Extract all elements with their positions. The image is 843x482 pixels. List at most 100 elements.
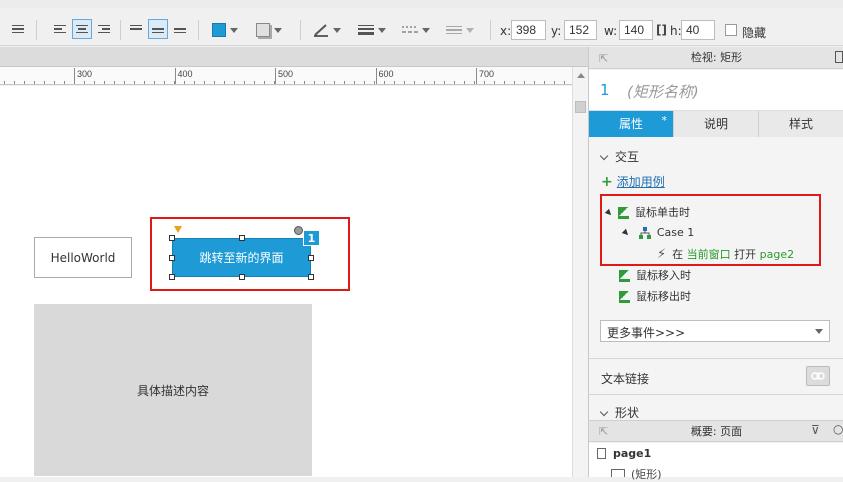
design-canvas[interactable]: HelloWorld 跳转至新的界面 1 具体描述内容 <box>0 86 572 477</box>
resize-handle[interactable] <box>169 235 175 241</box>
hide-checkbox[interactable] <box>725 24 737 36</box>
w-input[interactable]: 140 <box>619 20 653 40</box>
y-input[interactable]: 152 <box>564 20 597 40</box>
x-input[interactable]: 398 <box>511 20 546 40</box>
placeholder-widget[interactable]: 具体描述内容 <box>34 304 312 476</box>
align-right-button[interactable] <box>94 19 114 39</box>
panel-toggle-icon[interactable] <box>835 51 843 63</box>
widget-number: 1 <box>600 81 610 99</box>
resize-handle[interactable] <box>169 255 175 261</box>
line-weight-icon <box>358 25 374 35</box>
ruler-tick <box>334 81 335 84</box>
line-color-dropdown[interactable] <box>313 19 341 41</box>
interaction-section-header[interactable]: 交互 <box>599 148 640 165</box>
ruler-tick <box>564 81 565 84</box>
valign-middle-icon <box>152 25 164 34</box>
inspector-title: 检视: 矩形 <box>690 51 743 64</box>
shape-section-header[interactable]: 形状 <box>599 404 639 421</box>
resize-handle[interactable] <box>308 274 314 280</box>
scroll-up-icon[interactable] <box>577 73 585 78</box>
action-verb: 打开 <box>734 248 757 261</box>
tab-notes[interactable]: 说明 <box>674 111 759 137</box>
tab-properties[interactable]: 属性 * <box>589 111 674 137</box>
interaction-badge: 1 <box>303 230 320 246</box>
jump-button-widget[interactable]: 跳转至新的界面 <box>172 238 311 277</box>
valign-middle-button[interactable] <box>148 19 168 39</box>
line-weight-dropdown[interactable] <box>358 19 386 41</box>
ruler-tick <box>544 81 545 84</box>
align-left-button[interactable] <box>50 19 70 39</box>
resize-handle[interactable] <box>239 235 245 241</box>
arrow-style-dropdown[interactable] <box>446 19 474 41</box>
search-icon[interactable]: ○ <box>833 422 843 436</box>
tab-style[interactable]: 样式 <box>759 111 843 137</box>
widget-name-input[interactable]: (矩形名称) <box>627 81 699 102</box>
interaction-section-label: 交互 <box>615 150 640 164</box>
bullet-list-button[interactable] <box>8 19 28 39</box>
h-input[interactable]: 40 <box>681 20 715 40</box>
lightning-icon: ⚡ <box>657 247 667 262</box>
horizontal-ruler: 30040050060070080 <box>0 67 572 85</box>
link-icon <box>811 372 825 380</box>
resize-handle[interactable] <box>308 255 314 261</box>
ruler-tick <box>164 81 165 84</box>
ruler-tick <box>184 81 185 84</box>
valign-top-icon <box>130 24 142 34</box>
case-row[interactable]: Case 1 <box>621 225 694 239</box>
ruler-tick <box>444 81 445 84</box>
filter-icon[interactable]: ⊽ <box>811 423 820 437</box>
outline-page-item[interactable]: page1 <box>613 447 651 460</box>
action-row[interactable]: ⚡ 在 当前窗口 打开 page2 <box>657 246 794 262</box>
action-prefix: 在 <box>672 248 684 261</box>
expand-triangle-icon <box>621 228 631 238</box>
ruler-tick <box>464 81 465 84</box>
text-link-button[interactable] <box>806 366 830 386</box>
more-events-label: 更多事件>>> <box>607 326 686 340</box>
ruler-tick <box>394 81 395 84</box>
valign-bottom-button[interactable] <box>170 19 190 39</box>
event-mouse-enter[interactable]: 鼠标移入时 <box>619 267 691 283</box>
pin-icon[interactable]: ⇱ <box>599 425 608 438</box>
valign-top-button[interactable] <box>126 19 146 39</box>
ruler-tick <box>64 81 65 84</box>
resize-handle[interactable] <box>169 274 175 280</box>
ruler-tick <box>94 81 95 84</box>
more-events-select[interactable]: 更多事件>>> <box>600 320 830 342</box>
ruler-tick <box>44 81 45 84</box>
outline-rect-item[interactable]: (矩形) <box>631 466 662 482</box>
event-mouse-leave[interactable]: 鼠标移出时 <box>619 288 691 304</box>
ruler-tick <box>204 81 205 84</box>
h-label: h: <box>670 24 682 38</box>
plus-icon: + <box>601 174 613 190</box>
rotate-handle-icon[interactable] <box>294 226 303 235</box>
add-case-label: 添加用例 <box>616 175 665 189</box>
corner-radius-handle-icon[interactable] <box>174 226 182 233</box>
menu-strip <box>0 0 843 8</box>
ruler-tick <box>324 81 325 84</box>
helloworld-widget[interactable]: HelloWorld <box>34 237 132 278</box>
ruler-tick <box>484 81 485 84</box>
ruler-tick <box>384 81 385 84</box>
align-left-icon <box>54 24 66 34</box>
chevron-down-icon <box>599 407 609 417</box>
ruler-tick <box>244 81 245 84</box>
event-mouse-leave-label: 鼠标移出时 <box>636 290 691 303</box>
ruler-label: 600 <box>378 69 394 79</box>
pin-icon[interactable]: ⇱ <box>599 52 608 65</box>
scroll-thumb[interactable] <box>575 101 586 113</box>
add-case-link[interactable]: + 添加用例 <box>601 173 665 190</box>
ruler-tick <box>34 81 35 84</box>
ruler-tick <box>114 81 115 84</box>
shadow-dropdown[interactable] <box>256 19 282 41</box>
align-center-button[interactable] <box>72 19 92 39</box>
vertical-scrollbar[interactable] <box>572 67 588 477</box>
resize-handle[interactable] <box>239 274 245 280</box>
ruler-tick <box>284 81 285 84</box>
lock-ratio-icon[interactable]: [] <box>656 23 667 37</box>
valign-bottom-icon <box>174 25 186 34</box>
line-style-dropdown[interactable] <box>402 19 430 41</box>
shadow-icon <box>256 23 270 37</box>
event-onclick[interactable]: 鼠标单击时 <box>604 204 690 220</box>
fill-color-dropdown[interactable] <box>212 19 238 41</box>
chevron-down-icon <box>422 27 430 33</box>
